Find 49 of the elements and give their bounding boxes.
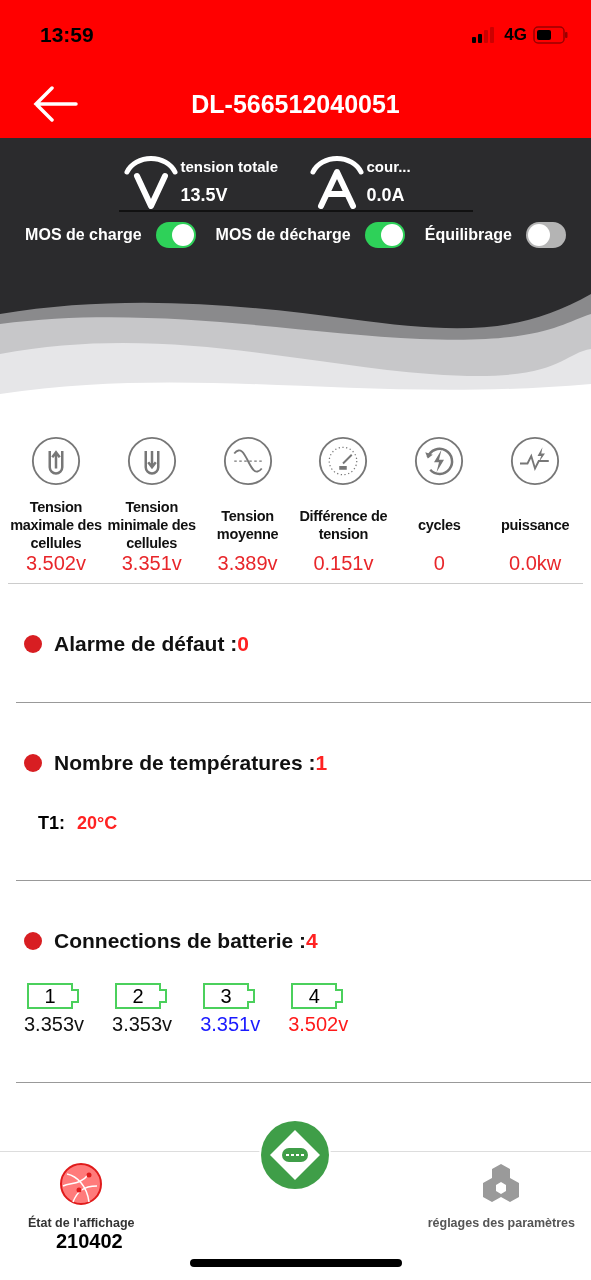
toggle-switch[interactable] — [364, 222, 405, 248]
battery-cell: 3 — [203, 983, 258, 1009]
sensor-label: T1: — [38, 813, 65, 834]
version-number: 210402 — [56, 1230, 123, 1253]
status-time: 13:59 — [40, 23, 94, 47]
battery-cell: 1 — [27, 983, 82, 1009]
reading-value: 13.5V — [180, 185, 229, 206]
cell-voltage: 3.353v — [112, 1013, 173, 1036]
metric-label: puissance — [500, 515, 570, 535]
cell-voltage: 3.502v — [288, 1013, 349, 1036]
metric-value: 0 — [433, 552, 445, 575]
reading-label: tension totale — [180, 158, 278, 175]
reading-label: cour... — [366, 158, 411, 175]
metric-label: Différence de tension — [298, 506, 389, 544]
switch-label: Équilibrage — [424, 224, 512, 245]
toggle-switch[interactable] — [525, 222, 566, 248]
power-icon — [510, 436, 561, 486]
metric-label: Tension minimale des cellules — [106, 497, 197, 554]
metric-value: 3.389v — [217, 552, 278, 575]
tab-item[interactable]: réglages des paramètres — [427, 1162, 575, 1230]
temperature-value: 20°C — [77, 813, 118, 834]
globe-icon — [59, 1162, 104, 1206]
battery-icon — [533, 26, 569, 44]
back-arrow-icon[interactable] — [32, 86, 78, 122]
battery-cell: 2 — [115, 983, 170, 1009]
section-title: Connections de batterie :4 — [54, 929, 318, 953]
metric-value: 3.351v — [121, 552, 182, 575]
metric-value: 0.151v — [313, 552, 374, 575]
tab-item[interactable]: État de l'affichage — [28, 1162, 135, 1230]
network-label: 4G — [504, 25, 527, 45]
status-dot — [24, 635, 42, 653]
metric-label: Tension maximale des cellules — [9, 497, 103, 554]
toggle-switch[interactable] — [155, 222, 196, 248]
status-dot — [24, 754, 42, 772]
metric-label: cycles — [417, 515, 461, 535]
bms-chip-button[interactable] — [258, 1118, 332, 1192]
section-title: Alarme de défaut :0 — [54, 632, 249, 656]
switch-label: MOS de décharge — [215, 224, 351, 245]
reading-value: 0.0A — [366, 185, 406, 206]
section-title: Nombre de températures :1 — [54, 751, 328, 775]
metric-value: 3.502v — [25, 552, 86, 575]
device-title: DL-566512040051 — [191, 89, 400, 119]
battery-cell: 4 — [291, 983, 346, 1009]
cell-voltage: 3.353v — [24, 1013, 85, 1036]
metric-value: 0.0kw — [508, 552, 562, 575]
metric-label: Tension moyenne — [215, 506, 280, 544]
switch-label: MOS de charge — [25, 224, 142, 245]
cell-voltage: 3.351v — [200, 1013, 261, 1036]
status-dot — [24, 932, 42, 950]
